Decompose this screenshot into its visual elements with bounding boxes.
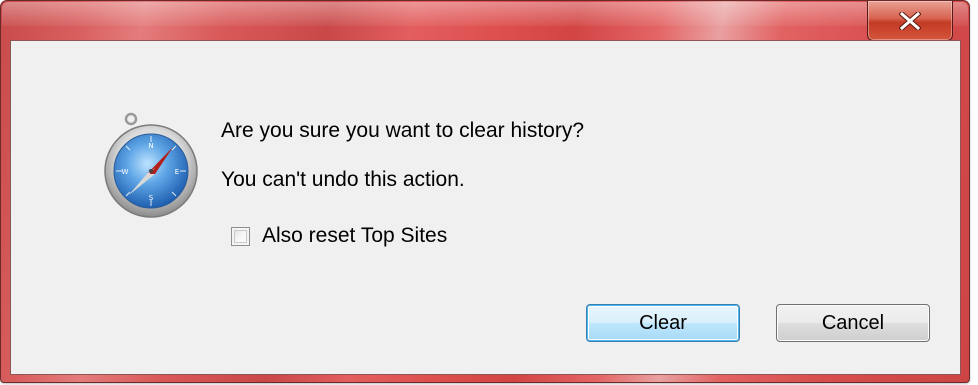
question-text: Are you sure you want to clear history?: [221, 119, 585, 142]
svg-text:S: S: [149, 194, 154, 202]
dialog-window: N S W E Are you sure you want to clear h…: [0, 0, 978, 385]
cancel-button[interactable]: Cancel: [776, 304, 930, 342]
reset-top-sites-option[interactable]: Also reset Top Sites: [231, 224, 447, 248]
safari-compass-icon: N S W E: [103, 111, 199, 228]
reset-top-sites-checkbox[interactable]: [231, 226, 250, 246]
clear-button[interactable]: Clear: [586, 304, 740, 342]
close-button[interactable]: [867, 1, 953, 41]
svg-text:N: N: [148, 142, 153, 150]
reset-top-sites-label[interactable]: Also reset Top Sites: [262, 224, 447, 248]
warning-text: You can't undo this action.: [221, 168, 465, 191]
dialog-body: N S W E Are you sure you want to clear h…: [10, 40, 961, 375]
close-icon: [899, 11, 921, 30]
svg-text:E: E: [175, 168, 179, 176]
svg-text:W: W: [122, 168, 129, 176]
